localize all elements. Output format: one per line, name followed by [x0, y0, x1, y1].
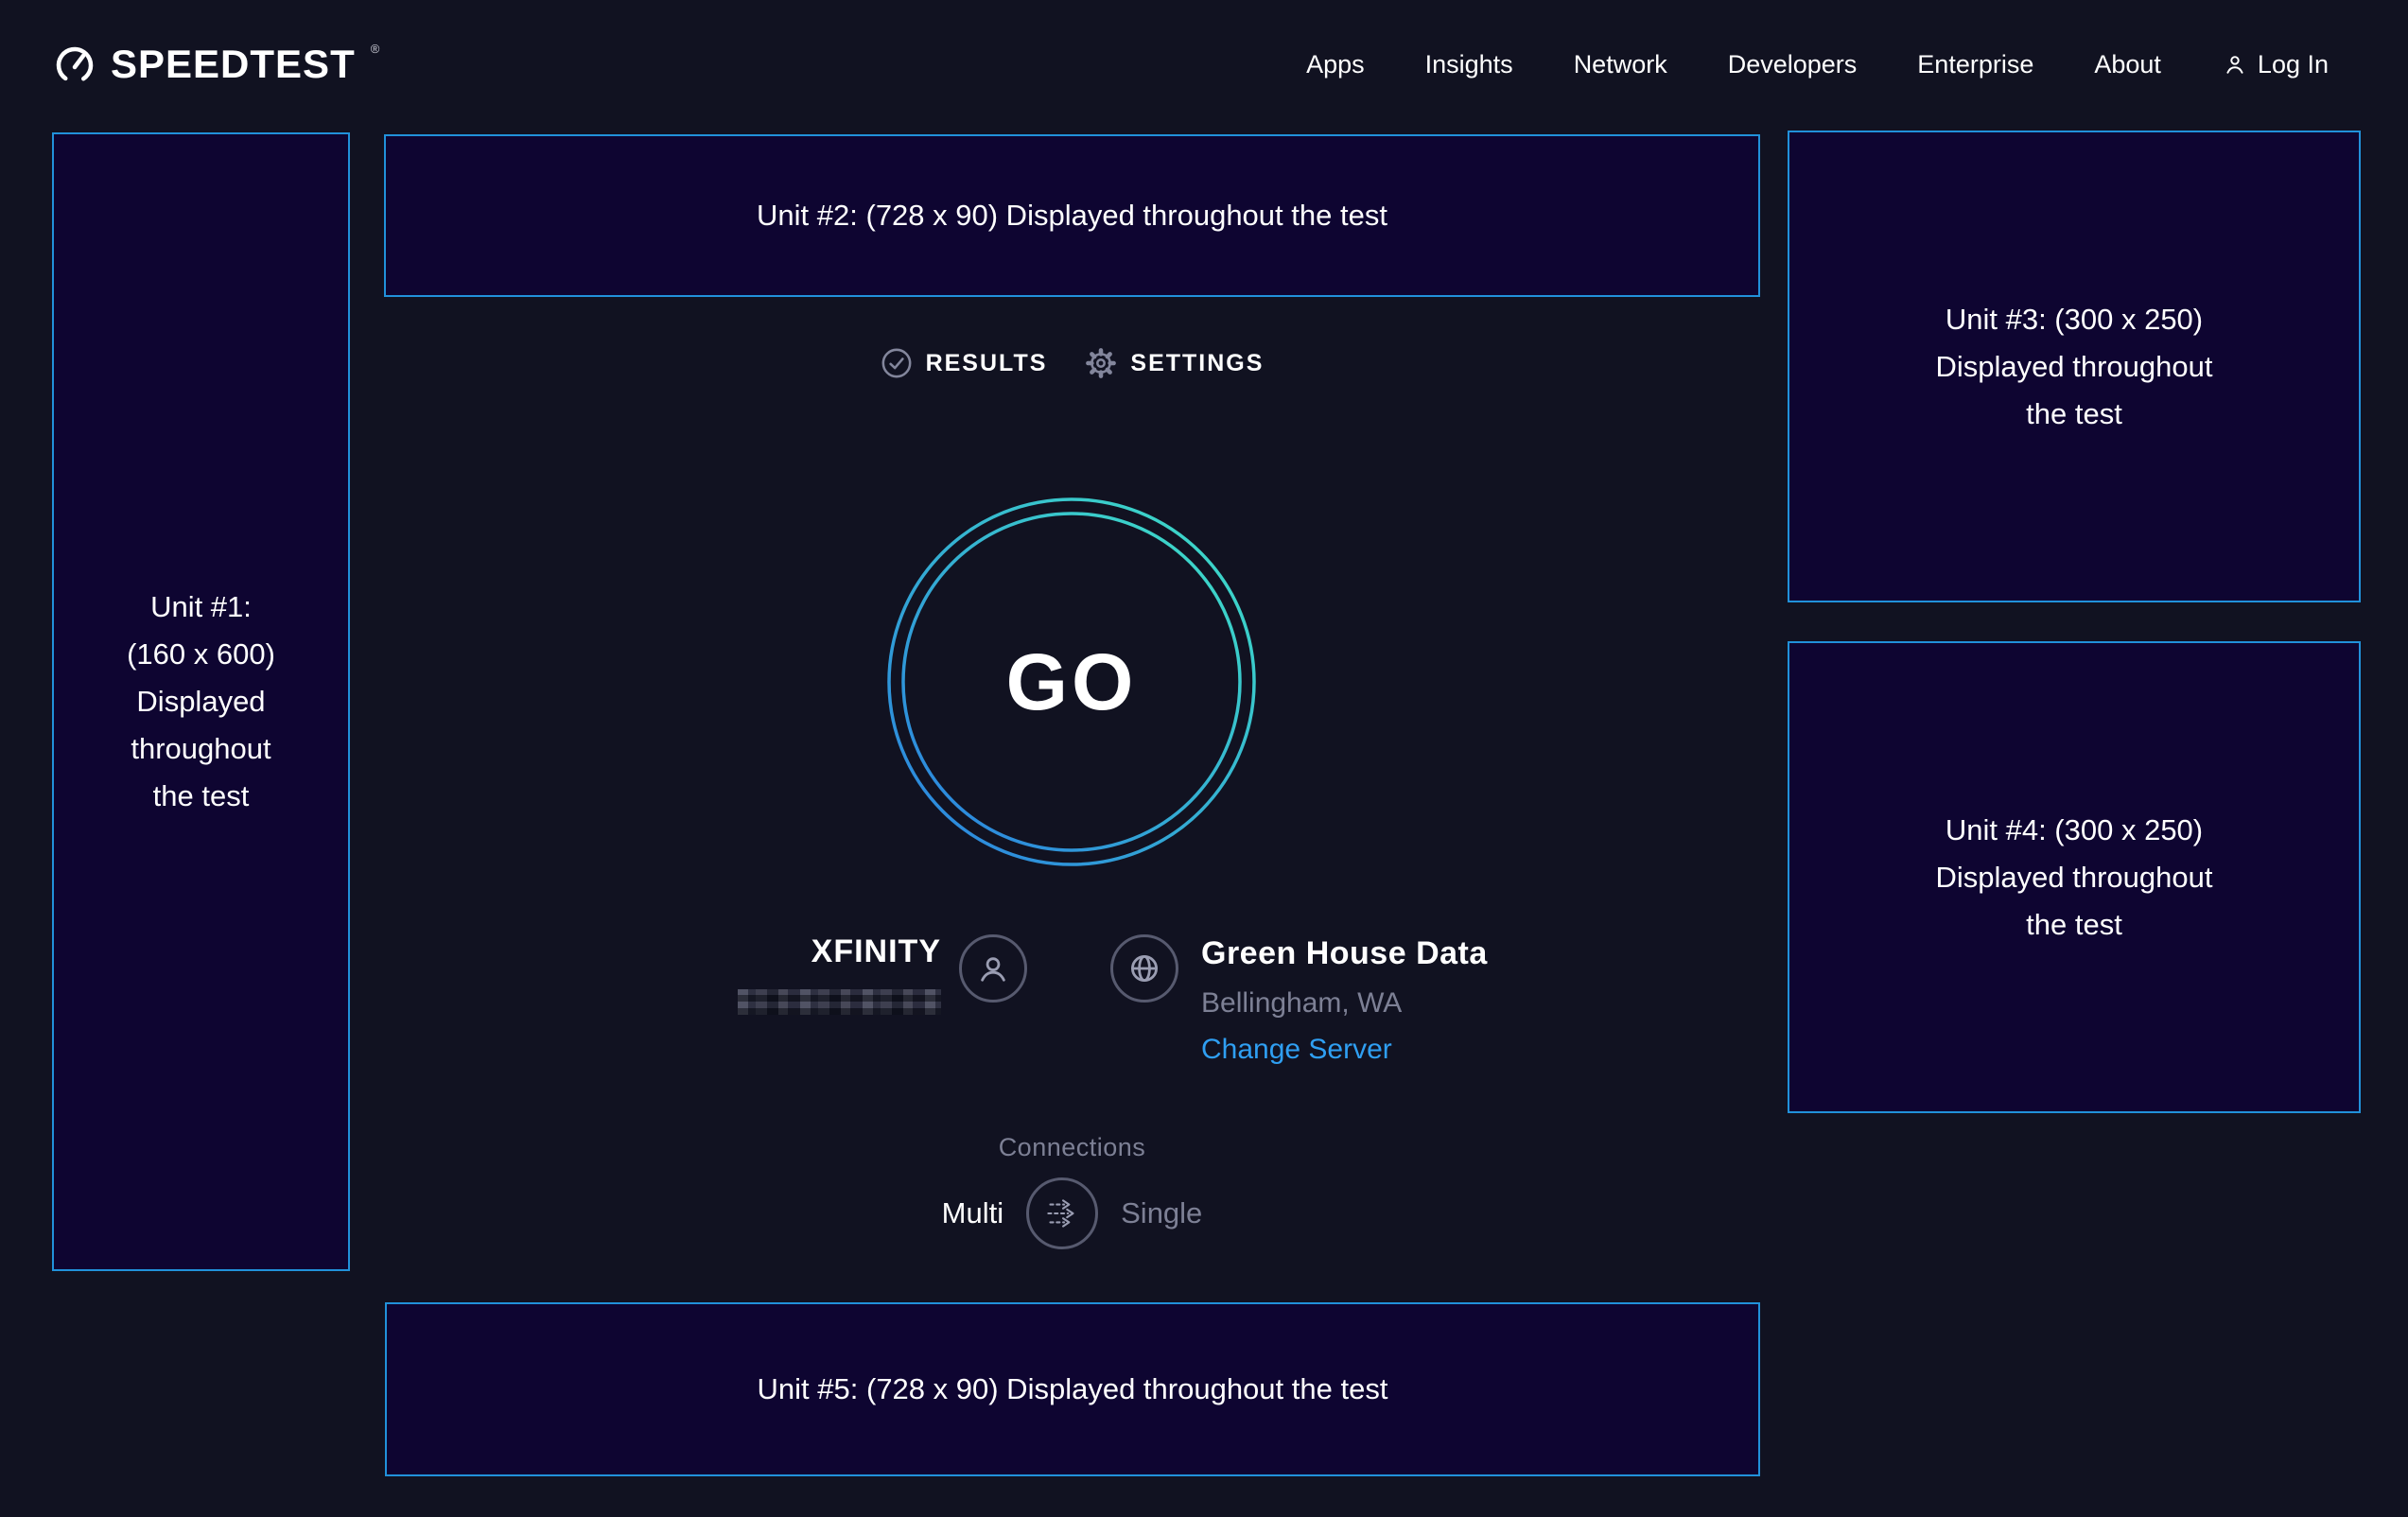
ad-unit-5[interactable]: Unit #5: (728 x 90) Displayed throughout…	[385, 1302, 1760, 1476]
check-circle-icon	[881, 347, 913, 379]
tab-settings-label: SETTINGS	[1130, 350, 1264, 377]
ad-unit-1-text: Unit #1: (160 x 600) Displayed throughou…	[127, 584, 275, 820]
server-name: Green House Data	[1201, 934, 1488, 972]
nav-item-insights[interactable]: Insights	[1425, 50, 1513, 79]
ad-unit-3[interactable]: Unit #3: (300 x 250) Displayed throughou…	[1788, 131, 2361, 602]
connections-multi-option[interactable]: Multi	[942, 1196, 1003, 1230]
connections-label: Connections	[384, 1133, 1760, 1162]
header: SPEEDTEST ® Apps Insights Network Develo…	[0, 0, 2408, 129]
tab-settings[interactable]: SETTINGS	[1085, 347, 1264, 379]
nav-item-network[interactable]: Network	[1574, 50, 1667, 79]
main-nav: Apps Insights Network Developers Enterpr…	[1306, 50, 2329, 79]
tab-results-label: RESULTS	[926, 350, 1048, 377]
speedtest-page: SPEEDTEST ® Apps Insights Network Develo…	[0, 0, 2408, 1517]
tab-results[interactable]: RESULTS	[881, 347, 1048, 379]
globe-icon	[1125, 949, 1164, 988]
nav-item-developers[interactable]: Developers	[1728, 50, 1858, 79]
go-label: GO	[885, 496, 1258, 868]
nav-item-about[interactable]: About	[2094, 50, 2161, 79]
multi-connection-icon	[1040, 1192, 1084, 1235]
logo-text: SPEEDTEST	[111, 40, 356, 89]
server-globe	[1110, 934, 1178, 1003]
connections-single-option[interactable]: Single	[1121, 1196, 1202, 1230]
ad-unit-4-text: Unit #4: (300 x 250) Displayed throughou…	[1936, 807, 2213, 949]
ad-unit-1[interactable]: Unit #1: (160 x 600) Displayed throughou…	[52, 132, 350, 1271]
connections-toggle-row: Multi Single	[384, 1177, 1760, 1249]
ad-unit-3-text: Unit #3: (300 x 250) Displayed throughou…	[1936, 296, 2213, 438]
isp-info: XFINITY	[724, 933, 941, 1015]
user-icon	[2222, 51, 2248, 78]
ad-unit-4[interactable]: Unit #4: (300 x 250) Displayed throughou…	[1788, 641, 2361, 1113]
redacted-ip-address	[738, 989, 941, 1015]
logo[interactable]: SPEEDTEST ®	[52, 40, 379, 89]
trademark-symbol: ®	[371, 42, 380, 56]
tab-bar: RESULTS SETTINGS	[384, 342, 1760, 384]
connections-mode-toggle[interactable]	[1026, 1177, 1098, 1249]
isp-avatar	[959, 934, 1027, 1003]
server-info: Green House Data Bellingham, WA Change S…	[1201, 934, 1488, 1066]
ad-unit-2[interactable]: Unit #2: (728 x 90) Displayed throughout…	[384, 134, 1760, 297]
login-button[interactable]: Log In	[2222, 50, 2329, 79]
nav-item-apps[interactable]: Apps	[1306, 50, 1365, 79]
server-location: Bellingham, WA	[1201, 987, 1488, 1020]
change-server-link[interactable]: Change Server	[1201, 1034, 1488, 1066]
isp-name: XFINITY	[724, 933, 941, 970]
go-button[interactable]: GO	[885, 496, 1258, 868]
speedometer-logo-icon	[52, 42, 97, 87]
ad-unit-2-text: Unit #2: (728 x 90) Displayed throughout…	[757, 192, 1387, 239]
login-label: Log In	[2258, 50, 2329, 79]
ad-unit-5-text: Unit #5: (728 x 90) Displayed throughout…	[758, 1366, 1388, 1413]
avatar-icon	[973, 949, 1013, 988]
nav-item-enterprise[interactable]: Enterprise	[1917, 50, 2033, 79]
gear-icon	[1085, 347, 1117, 379]
